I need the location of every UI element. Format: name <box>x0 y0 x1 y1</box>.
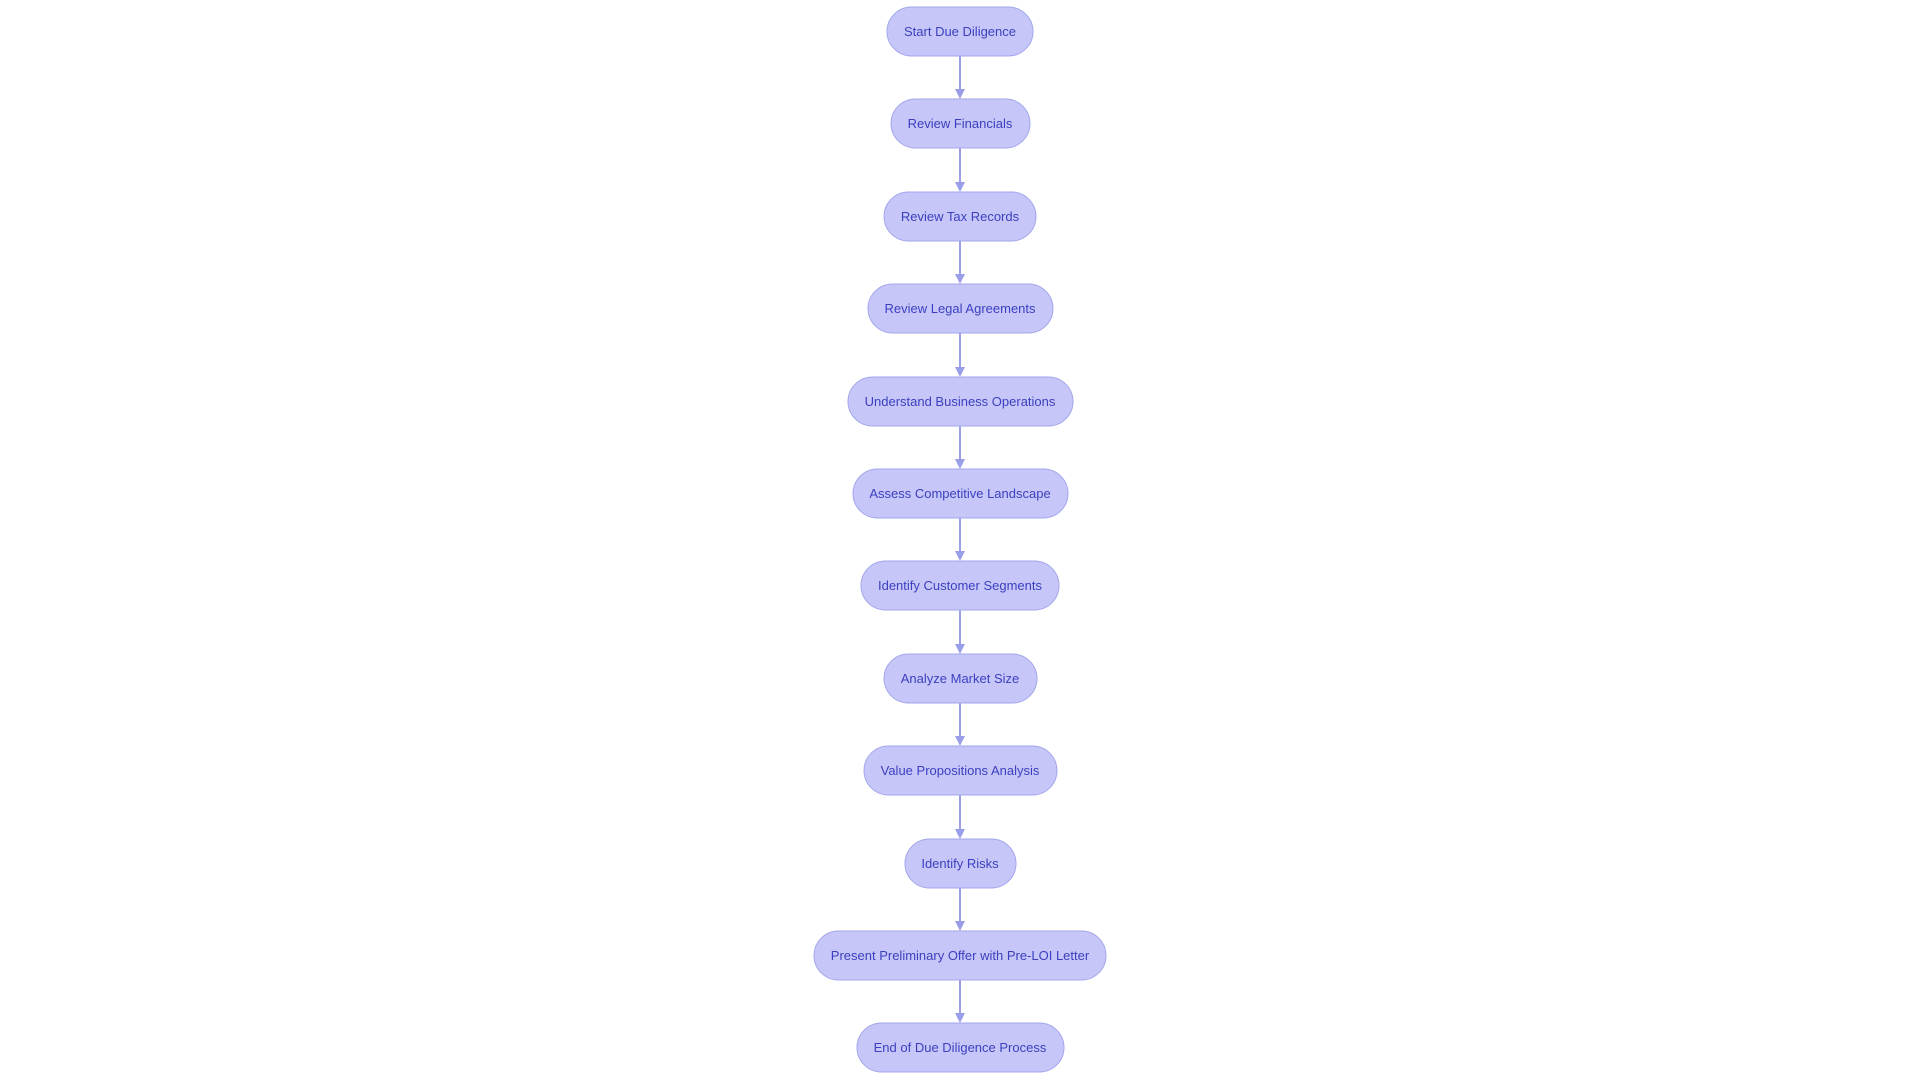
node-offer: Present Preliminary Offer with Pre-LOI L… <box>813 930 1107 981</box>
arrowhead-icon <box>955 921 965 931</box>
node-label: Identify Risks <box>921 856 999 871</box>
node-label: Analyze Market Size <box>901 671 1020 686</box>
arrowhead-icon <box>955 182 965 192</box>
edge-legal-to-operations <box>955 333 965 377</box>
arrowhead-icon <box>955 551 965 561</box>
flowchart: Start Due Diligence Review Financials Revi… <box>813 6 1107 1073</box>
edge-market-to-value <box>955 703 965 746</box>
node-market: Analyze Market Size <box>883 653 1038 704</box>
node-label: Review Financials <box>908 116 1013 131</box>
arrowhead-icon <box>955 1013 965 1023</box>
edge-segments-to-market <box>955 610 965 654</box>
node-label: End of Due Diligence Process <box>874 1040 1047 1055</box>
node-label: Understand Business Operations <box>865 394 1056 409</box>
arrowhead-icon <box>955 736 965 746</box>
node-tax: Review Tax Records <box>883 191 1037 242</box>
node-operations: Understand Business Operations <box>847 376 1074 427</box>
node-start: Start Due Diligence <box>886 6 1034 57</box>
node-legal: Review Legal Agreements <box>867 283 1054 334</box>
edge-tax-to-legal <box>955 241 965 284</box>
node-label: Assess Competitive Landscape <box>869 486 1050 501</box>
arrowhead-icon <box>955 274 965 284</box>
arrowhead-icon <box>955 89 965 99</box>
arrowhead-icon <box>955 829 965 839</box>
arrowhead-icon <box>955 459 965 469</box>
node-value: Value Propositions Analysis <box>863 745 1058 796</box>
node-label: Value Propositions Analysis <box>881 763 1040 778</box>
node-financials: Review Financials <box>890 98 1031 149</box>
edge-risks-to-offer <box>955 888 965 931</box>
node-competitive: Assess Competitive Landscape <box>852 468 1069 519</box>
node-end: End of Due Diligence Process <box>856 1022 1065 1073</box>
edge-competitive-to-segments <box>955 518 965 561</box>
edge-value-to-risks <box>955 795 965 839</box>
node-label: Identify Customer Segments <box>878 578 1043 593</box>
node-label: Review Tax Records <box>901 209 1020 224</box>
edge-operations-to-competitive <box>955 426 965 469</box>
edge-financials-to-tax <box>955 148 965 192</box>
arrowhead-icon <box>955 367 965 377</box>
node-segments: Identify Customer Segments <box>860 560 1060 611</box>
node-label: Review Legal Agreements <box>884 301 1036 316</box>
node-risks: Identify Risks <box>904 838 1017 889</box>
node-label: Present Preliminary Offer with Pre-LOI L… <box>831 948 1090 963</box>
arrowhead-icon <box>955 644 965 654</box>
edge-offer-to-end <box>955 980 965 1023</box>
edge-start-to-financials <box>955 56 965 99</box>
node-label: Start Due Diligence <box>904 24 1016 39</box>
